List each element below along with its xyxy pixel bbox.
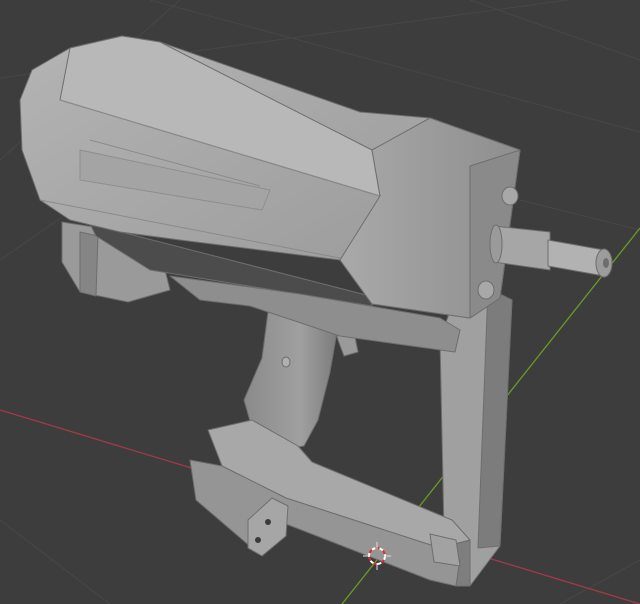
front-bolt-bottom (477, 280, 495, 300)
mount-hole-1 (265, 519, 271, 525)
front-bolt-top (501, 186, 519, 206)
nail-gun-mesh[interactable] (19, 35, 613, 587)
mount-hole-2 (255, 537, 261, 543)
3d-viewport[interactable] (0, 0, 640, 604)
nozzle-base (489, 224, 503, 264)
nozzle (493, 225, 551, 271)
grip-button (281, 356, 291, 368)
nozzle-hole (603, 258, 609, 268)
viewport-canvas[interactable] (0, 0, 640, 604)
nozzle-tip (547, 239, 605, 277)
rear-bracket-side (79, 231, 99, 297)
